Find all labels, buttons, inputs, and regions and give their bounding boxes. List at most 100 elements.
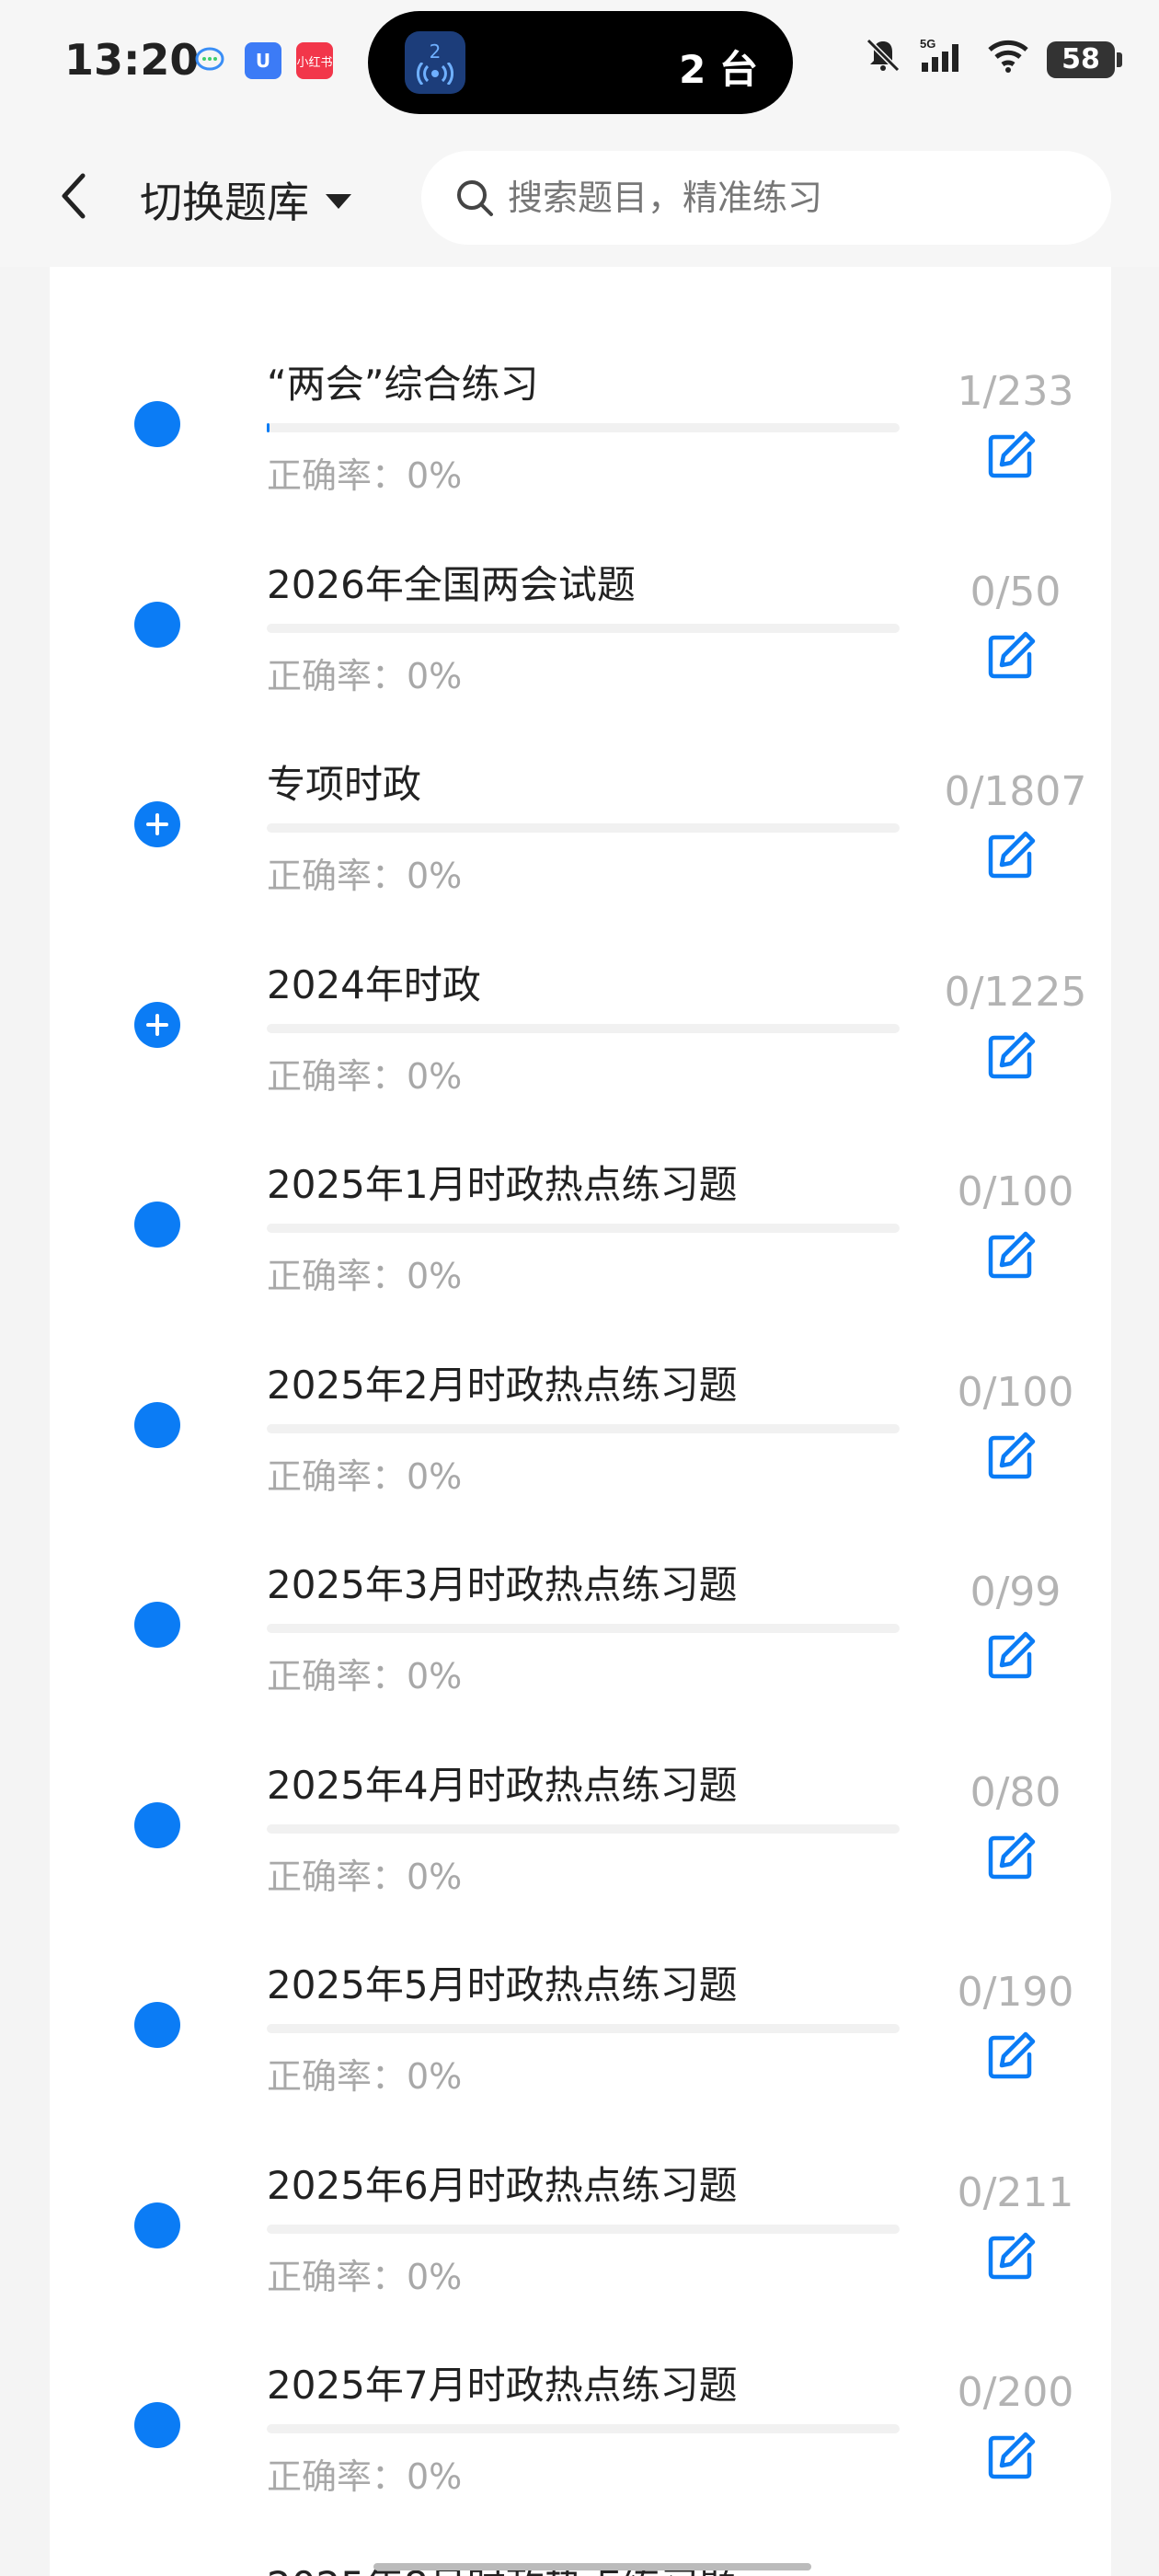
search-box[interactable] [421,151,1111,245]
island-badge: 2 [429,40,442,63]
item-title: 2025年3月时政热点练习题 [267,1562,738,1607]
progress-bar [267,1624,900,1633]
list-item[interactable]: 2024年时政正确率：0% 0/1225 [50,895,1111,1097]
bell-muted-icon [865,37,901,82]
item-title: 2024年时政 [267,961,481,1007]
edit-icon[interactable] [979,1024,1043,1088]
dot-icon [134,401,180,447]
edit-icon[interactable] [979,1824,1043,1889]
progress-count: 0/50 [970,568,1061,615]
accuracy-text: 正确率：0% [267,2456,463,2497]
dot-icon [134,601,180,648]
battery-indicator: 58 [1047,40,1122,78]
progress-bar [267,1023,900,1033]
edit-icon[interactable] [979,823,1043,888]
wifi-icon [986,37,1030,82]
chat-bubble-icon [193,42,230,79]
item-title: 2025年4月时政热点练习题 [267,1762,738,1808]
progress-count: 0/80 [970,1768,1061,1816]
progress-bar [267,823,900,833]
progress-count: 0/200 [957,2369,1074,2416]
edit-icon[interactable] [979,2024,1043,2088]
list-item[interactable]: 专项时政正确率：0% 0/1807 [50,695,1111,896]
plus-circle-icon[interactable] [134,1001,180,1048]
progress-count: 0/100 [957,1168,1074,1215]
progress-bar [267,2224,900,2234]
item-title: 2026年全国两会试题 [267,561,636,607]
question-bank-list: “两会”综合练习 正确率：0% 1/233 2026年全国两会试题 正确率：0% 0/50… [50,267,1111,2576]
edit-icon[interactable] [979,1424,1043,1489]
edit-icon[interactable] [979,624,1043,688]
accuracy-text: 正确率：0% [267,1856,463,1897]
progress-count: 0/1807 [944,768,1087,815]
progress-bar [267,1823,900,1834]
status-time: 13:20 [64,35,200,85]
accuracy-text: 正确率：0% [267,1455,463,1497]
accuracy-text: 正确率：0% [267,655,463,696]
dot-icon [134,1401,180,1448]
item-title: 2025年1月时政热点练习题 [267,1162,738,1207]
list-item[interactable]: “两会”综合练习正确率：0% 1/233 [50,294,1111,496]
progress-bar [267,2024,900,2033]
list-item[interactable]: 2025年1月时政热点练习题正确率：0% 0/100 [50,1095,1111,1296]
dynamic-island[interactable]: 2 2 台 [368,11,793,114]
header-bar: 切换题库 [0,129,1159,267]
list-item[interactable]: 2025年4月时政热点练习题正确率：0% 0/80 [50,1696,1111,1897]
accuracy-text: 正确率：0% [267,455,463,496]
dot-icon [134,2002,180,2048]
progress-bar [267,423,900,432]
edit-icon[interactable] [979,2424,1043,2489]
edit-icon[interactable] [979,1224,1043,1288]
notification-icons: U 小红书 [193,42,333,79]
xiaohongshu-app-icon: 小红书 [296,42,333,79]
dot-icon [134,1602,180,1648]
item-title: 2025年7月时政热点练习题 [267,2363,738,2408]
progress-count: 0/200 [924,2570,1107,2576]
list-item[interactable]: 2025年5月时政热点练习题 正确率：0% 0/190 [50,1895,1111,2097]
progress-count: 0/99 [970,1569,1061,1616]
page-title: 切换题库 [140,178,309,227]
list-item[interactable]: 2025年2月时政热点练习题正确率：0% 0/100 [50,1295,1111,1497]
progress-bar [267,1224,900,1233]
item-title: 2025年6月时政热点练习题 [267,2162,738,2208]
list-item[interactable]: 2025年3月时政热点练习题 正确率：0% 0/99 [50,1495,1111,1696]
home-indicator[interactable] [373,2563,811,2570]
broadcast-icon: 2 [405,31,465,94]
progress-count: 0/100 [957,1368,1074,1416]
accuracy-text: 正确率：0% [267,1256,463,1296]
dot-icon [134,2202,180,2248]
signal-5g-icon: 5G [918,37,970,82]
item-title: 专项时政 [267,762,422,807]
progress-bar [267,623,900,633]
edit-icon[interactable] [979,1624,1043,1688]
accuracy-text: 正确率：0% [267,1055,463,1097]
edit-icon[interactable] [979,423,1043,488]
status-bar: 13:20 U 小红书 2 2 台 5G 58 [0,0,1159,129]
list-item[interactable]: 2026年全国两会试题正确率：0% 0/50 [50,495,1111,696]
dot-icon [134,1202,180,1248]
progress-fill [267,423,270,432]
progress-bar [267,1423,900,1433]
progress-count: 0/190 [957,1969,1074,2016]
search-input[interactable] [508,178,1060,218]
item-title: “两会”综合练习 [267,362,539,407]
progress-count: 0/211 [957,2168,1074,2216]
list-item[interactable]: 2025年6月时政热点练习题正确率：0% 0/211 [50,2096,1111,2297]
caret-down-icon [326,194,351,209]
app-root: 13:20 U 小红书 2 2 台 5G 58 切换题库 搜索题目，精准练习 “… [0,0,1159,2576]
item-title: 2025年2月时政热点练习题 [267,1362,738,1408]
back-button[interactable] [46,164,101,228]
progress-count: 0/1225 [944,968,1087,1016]
list-item[interactable]: 2025年7月时政热点练习题正确率：0% 0/200 [50,2295,1111,2497]
edit-icon[interactable] [979,2225,1043,2289]
search-icon [457,180,493,216]
item-title: 2025年5月时政热点练习题 [267,1962,738,2007]
plus-circle-icon[interactable] [134,801,180,847]
network-label: 5G [920,37,935,51]
accuracy-text: 正确率：0% [267,856,463,896]
dot-icon [134,2402,180,2448]
accuracy-text: 正确率：0% [267,2256,463,2297]
bank-switcher[interactable]: 切换题库 [140,169,351,230]
progress-count: 1/233 [957,368,1074,415]
u-app-icon: U [245,42,281,79]
